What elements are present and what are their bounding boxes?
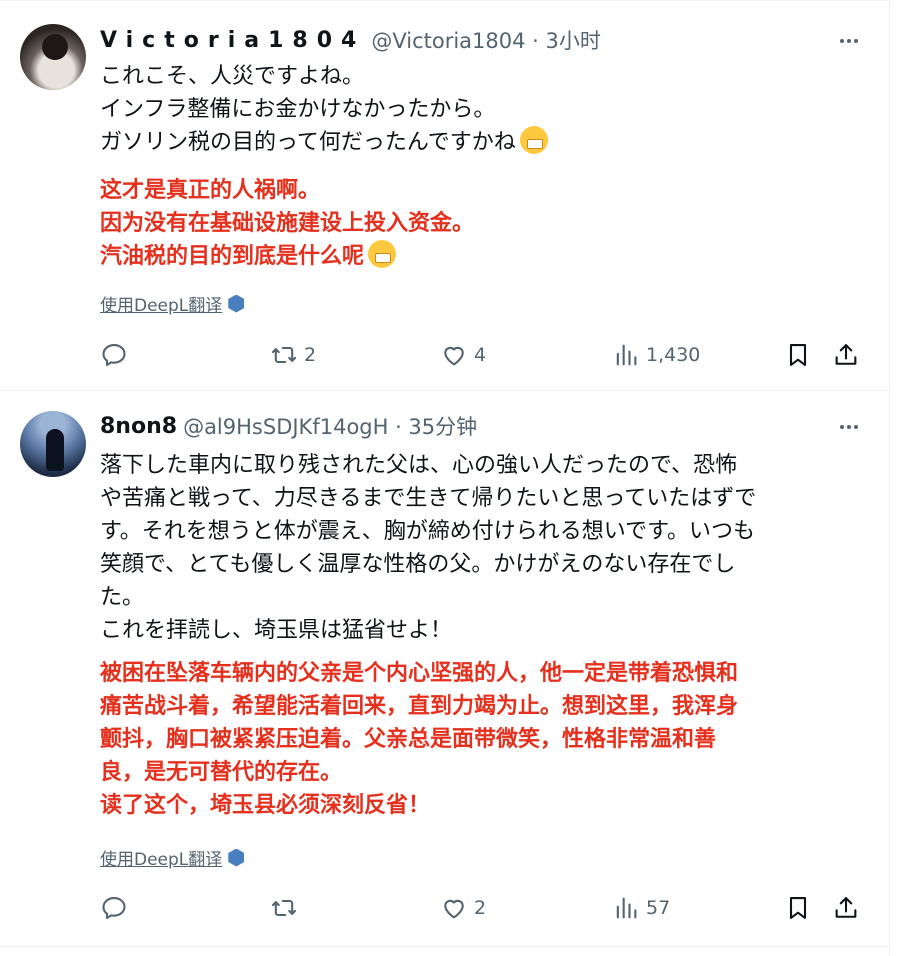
text-line-content: ガソリン税の目的って何だったんですかね <box>100 130 516 155</box>
deepl-link-label: 使用DeepL翻译 <box>100 850 223 870</box>
tweet-card[interactable]: 8non8 @al9HsSDJKf14ogH · 35分钟 落下した車内に取り残… <box>0 390 889 947</box>
views-icon <box>616 344 637 366</box>
tweet-original-text: 落下した車内に取り残された父は、心の強い人だったので、恐怖 や苦痛と戦って、力尽… <box>100 449 870 647</box>
bookmark-icon <box>789 344 807 366</box>
author-name[interactable]: Victoria1804 <box>100 28 365 53</box>
deepl-icon <box>228 848 245 867</box>
tweet-actions: 2 57 <box>100 888 870 928</box>
deepl-link-label: 使用DeepL翻译 <box>100 296 223 316</box>
retweet-button[interactable]: 2 <box>270 335 316 375</box>
bookmark-button[interactable] <box>784 888 812 928</box>
text-line: これを拝読し、埼玉県は猛省せよ！ <box>100 618 453 643</box>
translation-line: 颤抖，胸口被紧紧压迫着。父亲总是面带微笑，性格非常温和善 <box>100 727 717 752</box>
avatar-figure <box>46 429 64 471</box>
text-line: これこそ、人災ですよね。 <box>100 64 365 89</box>
author-name[interactable]: 8non8 <box>100 414 177 439</box>
share-icon <box>835 897 857 918</box>
bookmark-icon <box>789 897 807 919</box>
avatar[interactable] <box>20 24 86 90</box>
more-icon[interactable] <box>835 413 863 441</box>
face-with-steam-emoji <box>519 126 548 154</box>
translation-line-content: 汽油税的目的到底是什么呢 <box>100 244 365 269</box>
text-line: 落下した車内に取り残された父は、心の強い人だったので、恐怖 <box>100 453 738 478</box>
views-count: 57 <box>646 897 671 919</box>
tweet-card[interactable]: Victoria1804 @Victoria1804 · 3小时 これこそ、人災… <box>0 0 889 391</box>
share-button[interactable] <box>832 888 860 928</box>
deepl-translate-link[interactable]: 使用DeepL翻译 <box>100 845 245 870</box>
more-icon[interactable] <box>835 27 863 55</box>
tweet-translation-text: 这才是真正的人祸啊。 因为没有在基础设施建设上投入资金。 汽油税的目的到底是什么… <box>100 174 870 273</box>
retweet-icon <box>271 346 297 364</box>
share-icon <box>835 344 857 365</box>
translation-line: 这才是真正的人祸啊。 <box>100 178 321 203</box>
text-line: す。それを想うと体が震え、胸が締め付けられる想いです。いつも <box>100 519 755 544</box>
like-count: 2 <box>474 897 487 919</box>
text-line: ガソリン税の目的って何だったんですかね <box>100 126 870 159</box>
reply-icon <box>102 344 126 366</box>
share-button[interactable] <box>832 335 860 375</box>
views-button[interactable]: 1,430 <box>612 335 700 375</box>
like-icon <box>444 899 464 919</box>
face-with-steam-emoji <box>368 240 397 268</box>
reply-icon <box>102 897 126 919</box>
translation-line: 因为没有在基础设施建设上投入资金。 <box>100 211 475 236</box>
avatar-figure <box>42 34 68 60</box>
author-handle-time[interactable]: @Victoria1804 · 3小时 <box>371 25 601 55</box>
like-button[interactable]: 2 <box>440 888 486 928</box>
text-line: インフラ整備にお金かけなかったから。 <box>100 97 496 122</box>
tweet-translation-text: 被困在坠落车辆内的父亲是个内心坚强的人，他一定是带着恐惧和 痛苦战斗着，希望能活… <box>100 657 870 822</box>
tweet-header: Victoria1804 @Victoria1804 · 3小时 <box>100 25 601 55</box>
views-icon <box>616 897 637 919</box>
retweet-icon <box>271 899 297 917</box>
retweet-count: 2 <box>304 344 317 366</box>
timeline-feed: Victoria1804 @Victoria1804 · 3小时 これこそ、人災… <box>0 0 899 956</box>
avatar[interactable] <box>20 411 86 477</box>
like-button[interactable]: 4 <box>440 335 486 375</box>
tweet-actions: 2 4 1,430 <box>100 335 870 375</box>
bookmark-button[interactable] <box>784 335 812 375</box>
views-count: 1,430 <box>646 344 701 366</box>
reply-button[interactable] <box>100 888 134 928</box>
text-line: た。 <box>100 585 145 610</box>
reply-button[interactable] <box>100 335 134 375</box>
text-line: や苦痛と戦って、力尽きるまで生きて帰りたいと思っていたはずで <box>100 486 757 511</box>
views-button[interactable]: 57 <box>612 888 670 928</box>
deepl-icon <box>228 294 245 313</box>
translation-line: 被困在坠落车辆内的父亲是个内心坚强的人，他一定是带着恐惧和 <box>100 661 739 686</box>
tweet-header: 8non8 @al9HsSDJKf14ogH · 35分钟 <box>100 411 477 441</box>
translation-line: 痛苦战斗着，希望能活着回来，直到力竭为止。想到这里，我浑身 <box>100 694 739 719</box>
like-icon <box>444 346 464 366</box>
translation-line: 汽油税的目的到底是什么呢 <box>100 240 870 273</box>
deepl-translate-link[interactable]: 使用DeepL翻译 <box>100 291 245 316</box>
text-line: 笑顔で、とても優しく温厚な性格の父。かけがえのない存在でし <box>100 552 736 577</box>
tweet-original-text: これこそ、人災ですよね。 インフラ整備にお金かけなかったから。 ガソリン税の目的… <box>100 60 870 159</box>
author-handle-time[interactable]: @al9HsSDJKf14ogH · 35分钟 <box>183 411 477 441</box>
retweet-button[interactable] <box>270 888 304 928</box>
translation-line: 读了这个，埼玉县必须深刻反省！ <box>100 793 431 818</box>
column-divider <box>889 0 890 956</box>
translation-line: 良，是无可替代的存在。 <box>100 760 343 785</box>
like-count: 4 <box>474 344 487 366</box>
